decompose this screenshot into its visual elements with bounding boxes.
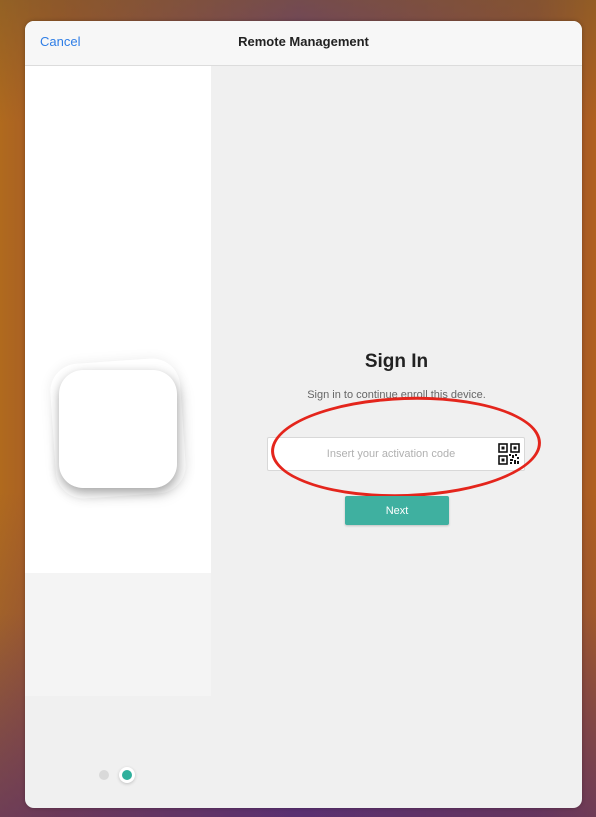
left-panel-lower [25,573,211,696]
activation-code-input[interactable] [268,438,494,470]
next-button[interactable]: Next [345,496,449,525]
activation-code-field [267,437,525,471]
nav-title: Remote Management [238,34,369,49]
page-dot-2-active[interactable] [119,767,135,783]
navigation-bar: Cancel Remote Management [25,21,582,66]
app-logo-icon [59,370,177,488]
page-subtitle: Sign in to continue enroll this device. [307,389,486,401]
page-indicator [99,767,139,783]
page-dot-1[interactable] [99,770,109,780]
page-title: Sign In [364,351,429,372]
qr-code-icon[interactable] [498,443,520,465]
remote-management-sheet: Cancel Remote Management Sign In Sign in… [25,21,582,808]
